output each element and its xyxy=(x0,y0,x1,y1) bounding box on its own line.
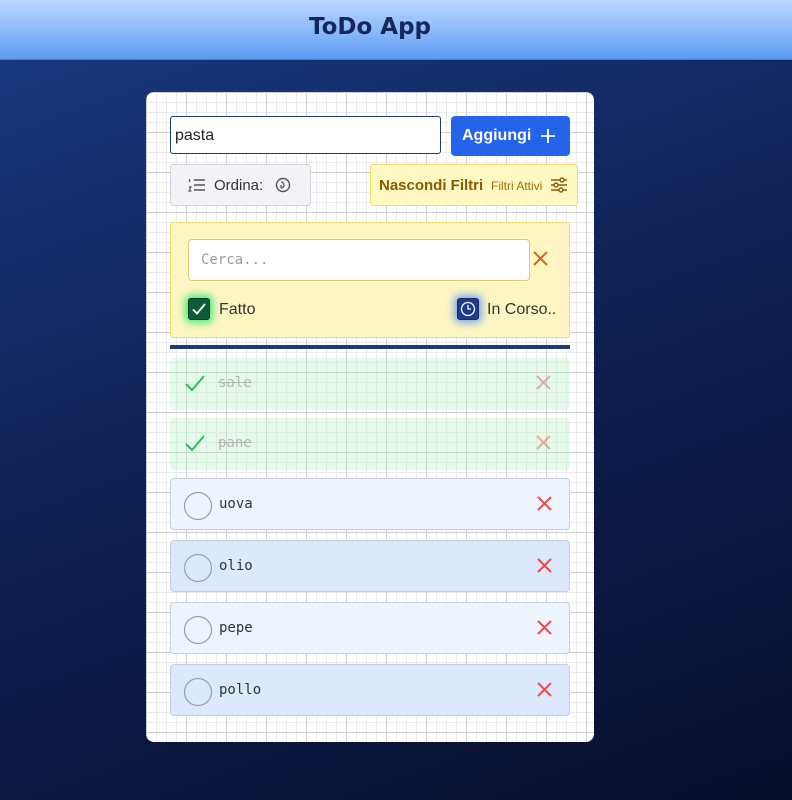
new-task-input[interactable]: pasta xyxy=(170,116,441,154)
task-text: pollo xyxy=(219,682,262,698)
circle-arrow-icon xyxy=(275,177,291,197)
list-ordered-icon xyxy=(188,177,206,197)
check-icon xyxy=(192,303,206,315)
add-task-button-label: Aggiungi xyxy=(462,127,532,144)
task-text: olio xyxy=(219,558,253,574)
sliders-icon xyxy=(550,177,568,197)
check-icon[interactable] xyxy=(182,430,208,460)
close-icon[interactable] xyxy=(533,251,548,270)
app-header: ToDo App xyxy=(0,0,792,60)
divider xyxy=(170,345,570,349)
circle-icon[interactable] xyxy=(183,553,213,587)
app-title: ToDo App xyxy=(308,14,432,40)
close-icon[interactable] xyxy=(537,682,552,701)
toggle-filters-button[interactable]: Nascondi Filtri Filtri Attivi xyxy=(370,164,578,206)
close-icon[interactable] xyxy=(537,558,552,577)
done-filter-checkbox[interactable] xyxy=(188,298,210,320)
in-progress-filter-checkbox[interactable] xyxy=(457,298,479,320)
in-progress-filter-label: In Corso.. xyxy=(487,301,557,318)
new-task-input-value: pasta xyxy=(175,127,215,144)
task-item[interactable]: pollo xyxy=(170,664,570,716)
task-item[interactable]: pane xyxy=(170,418,570,470)
sort-label: Ordina: xyxy=(214,177,264,194)
filters-active-badge: Filtri Attivi xyxy=(491,179,543,193)
task-text: uova xyxy=(219,496,253,512)
circle-icon[interactable] xyxy=(183,615,213,649)
task-item[interactable]: uova xyxy=(170,478,570,530)
task-list: sale pane uova olio pepe pollo xyxy=(170,358,570,728)
close-icon[interactable] xyxy=(537,620,552,639)
plus-icon xyxy=(540,128,556,148)
sort-button[interactable]: Ordina: xyxy=(170,164,311,206)
filter-panel: Cerca... Fatto In Corso.. xyxy=(170,222,570,338)
task-text: pepe xyxy=(219,620,253,636)
search-input[interactable]: Cerca... xyxy=(188,239,530,281)
close-icon[interactable] xyxy=(536,435,551,454)
close-icon[interactable] xyxy=(537,496,552,515)
task-item[interactable]: pepe xyxy=(170,602,570,654)
task-item[interactable]: olio xyxy=(170,540,570,592)
circle-icon[interactable] xyxy=(183,677,213,711)
circle-icon[interactable] xyxy=(183,491,213,525)
add-task-button[interactable]: Aggiungi xyxy=(451,116,570,156)
check-icon[interactable] xyxy=(182,370,208,400)
clock-icon xyxy=(460,301,476,317)
task-text: sale xyxy=(218,375,252,391)
done-filter-label: Fatto xyxy=(219,301,256,318)
task-item[interactable]: sale xyxy=(170,358,570,410)
toggle-filters-label: Nascondi Filtri xyxy=(379,177,484,194)
search-placeholder: Cerca... xyxy=(201,252,269,268)
close-icon[interactable] xyxy=(536,375,551,394)
task-text: pane xyxy=(218,435,252,451)
